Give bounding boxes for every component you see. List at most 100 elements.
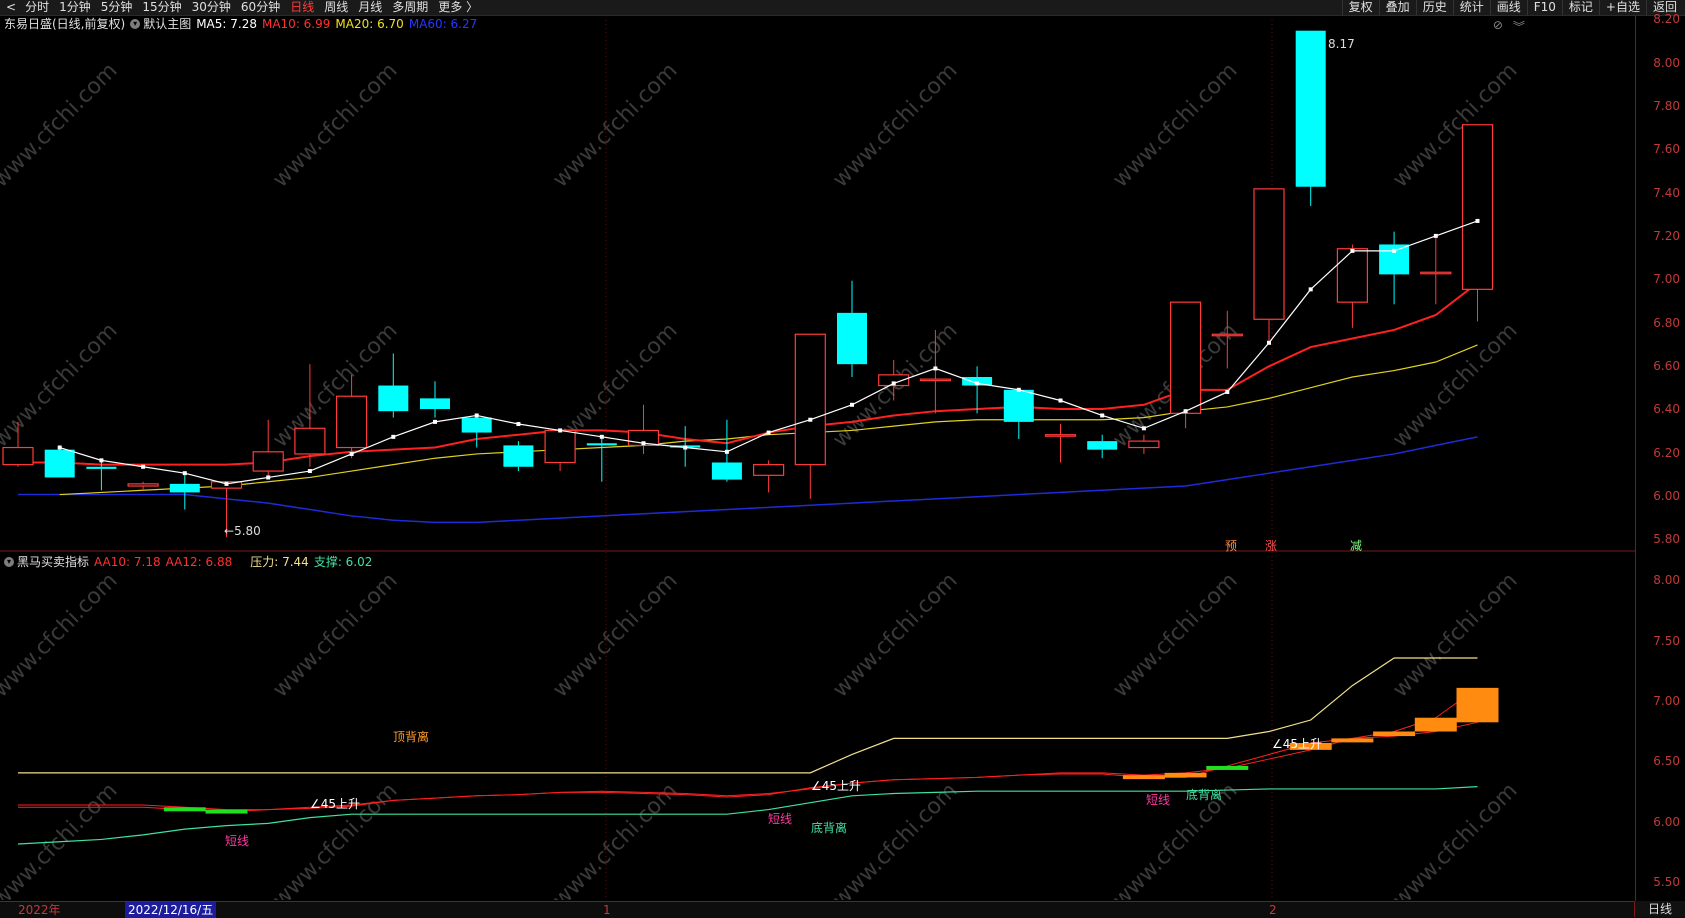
cursor-date: 2022/12/16/五	[125, 902, 217, 918]
ma5-point	[516, 422, 521, 427]
watermark-text: www.cfchi.com	[1388, 318, 1522, 452]
ma5-point	[891, 381, 896, 386]
ma5-point	[850, 402, 854, 407]
ma5-point	[182, 471, 187, 476]
indicator-bar	[1331, 738, 1374, 743]
candle-body	[711, 462, 742, 480]
candle-body	[1295, 30, 1326, 187]
flag-2: 涨	[1265, 538, 1277, 553]
ma5-point	[391, 434, 396, 439]
candle-body	[1336, 248, 1369, 303]
ma5-point	[1141, 426, 1146, 431]
watermark-text: www.cfchi.com	[268, 318, 402, 452]
high-price-label: 8.17	[1328, 37, 1355, 51]
watermark-text: www.cfchi.com	[548, 568, 682, 702]
candle-body	[503, 445, 534, 467]
watermark-text: www.cfchi.com	[548, 778, 682, 900]
candle-body	[1087, 441, 1118, 450]
short-line-label-1: 短线	[225, 834, 249, 848]
axis-tick: 7.20	[1653, 228, 1680, 243]
low-price-label: ←5.80	[224, 524, 261, 538]
indicator-bar	[1122, 775, 1165, 780]
ma5-point	[307, 469, 312, 474]
watermark-text: www.cfchi.com	[1388, 58, 1522, 192]
watermark-text: www.cfchi.com	[1388, 568, 1522, 702]
watermark-text: www.cfchi.com	[0, 58, 123, 192]
watermark-text: www.cfchi.com	[548, 58, 682, 192]
axis-tick: 5.80	[1653, 532, 1680, 547]
series-path	[18, 436, 1478, 524]
ma5-point	[933, 366, 938, 371]
month-label-1: 1	[603, 903, 611, 917]
candle-body	[86, 466, 117, 469]
indicator-bar	[1414, 717, 1457, 732]
watermark-text: www.cfchi.com	[1108, 58, 1242, 192]
candle-body	[420, 398, 450, 410]
candle-body	[1420, 271, 1452, 275]
candlesticks	[2, 30, 1494, 538]
ma5-point	[1392, 248, 1397, 253]
indicator-bar	[1206, 765, 1249, 770]
indicator-bar	[163, 807, 206, 812]
ma5-point	[1225, 389, 1230, 394]
axis-tick: 7.00	[1653, 272, 1680, 287]
axis-tick: 7.80	[1653, 98, 1680, 113]
watermark-text: www.cfchi.com	[828, 58, 962, 192]
candle-body	[127, 483, 159, 487]
axis-tick: 6.40	[1653, 402, 1680, 417]
series-path	[18, 657, 1478, 774]
bottom-divergence-label-2: 底背离	[1186, 787, 1222, 802]
axis-tick: 6.50	[1653, 754, 1680, 769]
ma5-point	[599, 434, 604, 439]
candle-body	[1003, 389, 1034, 422]
axis-tick: 6.80	[1653, 315, 1680, 330]
period-indicator[interactable]: 日线	[1634, 901, 1685, 917]
rise45-label-2: ∠45上升	[811, 779, 861, 793]
ma5-point	[349, 451, 354, 456]
candle-body	[837, 312, 867, 365]
candle-body	[461, 417, 492, 433]
ma5-point	[766, 430, 771, 435]
flag-3: 减	[1350, 539, 1362, 553]
watermark-text: www.cfchi.com	[1108, 568, 1242, 702]
ma5-point	[1016, 387, 1021, 392]
axis-tick: 8.00	[1653, 573, 1680, 588]
short-line-label-3: 短线	[1146, 793, 1170, 807]
main-grid	[605, 20, 1273, 900]
ma5-point	[641, 441, 646, 446]
candle-body	[1128, 440, 1160, 449]
candle-body	[919, 378, 952, 382]
chart-canvas[interactable]: www.cfchi.com www.cfchi.com www.cfchi.com w…	[0, 0, 1635, 900]
axis-tick: 7.50	[1653, 633, 1680, 648]
indicator-axis: 8.00 7.50 7.00 6.50 6.00 5.50	[1635, 551, 1685, 901]
ma5-point	[57, 445, 62, 450]
axis-tick: 8.20	[1653, 12, 1680, 27]
axis-tick: 8.00	[1653, 55, 1680, 70]
top-divergence-label: 顶背离	[393, 729, 429, 744]
month-label-2: 2	[1269, 903, 1277, 917]
series-path	[18, 687, 1478, 813]
axis-tick: 6.00	[1653, 814, 1680, 829]
ma5-point	[975, 381, 980, 386]
ma5-point	[99, 458, 104, 463]
axis-tick: 7.00	[1653, 693, 1680, 708]
candle-body	[586, 443, 617, 446]
candle-body	[169, 483, 200, 493]
candle-body	[544, 429, 576, 464]
ma5-point	[724, 449, 729, 454]
bottom-divergence-label-1: 底背离	[811, 820, 847, 835]
ma5-point	[1475, 218, 1480, 223]
axis-tick: 5.50	[1653, 874, 1680, 889]
candle-body	[752, 464, 785, 476]
watermark-text: www.cfchi.com	[268, 58, 402, 192]
ma5-point	[1100, 413, 1105, 418]
ma5-point	[808, 417, 813, 422]
ma60-line	[18, 436, 1478, 524]
ma5-point	[141, 464, 146, 469]
year-label: 2022年	[18, 903, 61, 917]
axis-tick: 7.60	[1653, 142, 1680, 157]
indicator-panel	[17, 657, 1499, 845]
indicator-bar	[205, 809, 248, 814]
ma5-point	[1183, 409, 1188, 414]
ma5-point	[1350, 248, 1355, 253]
